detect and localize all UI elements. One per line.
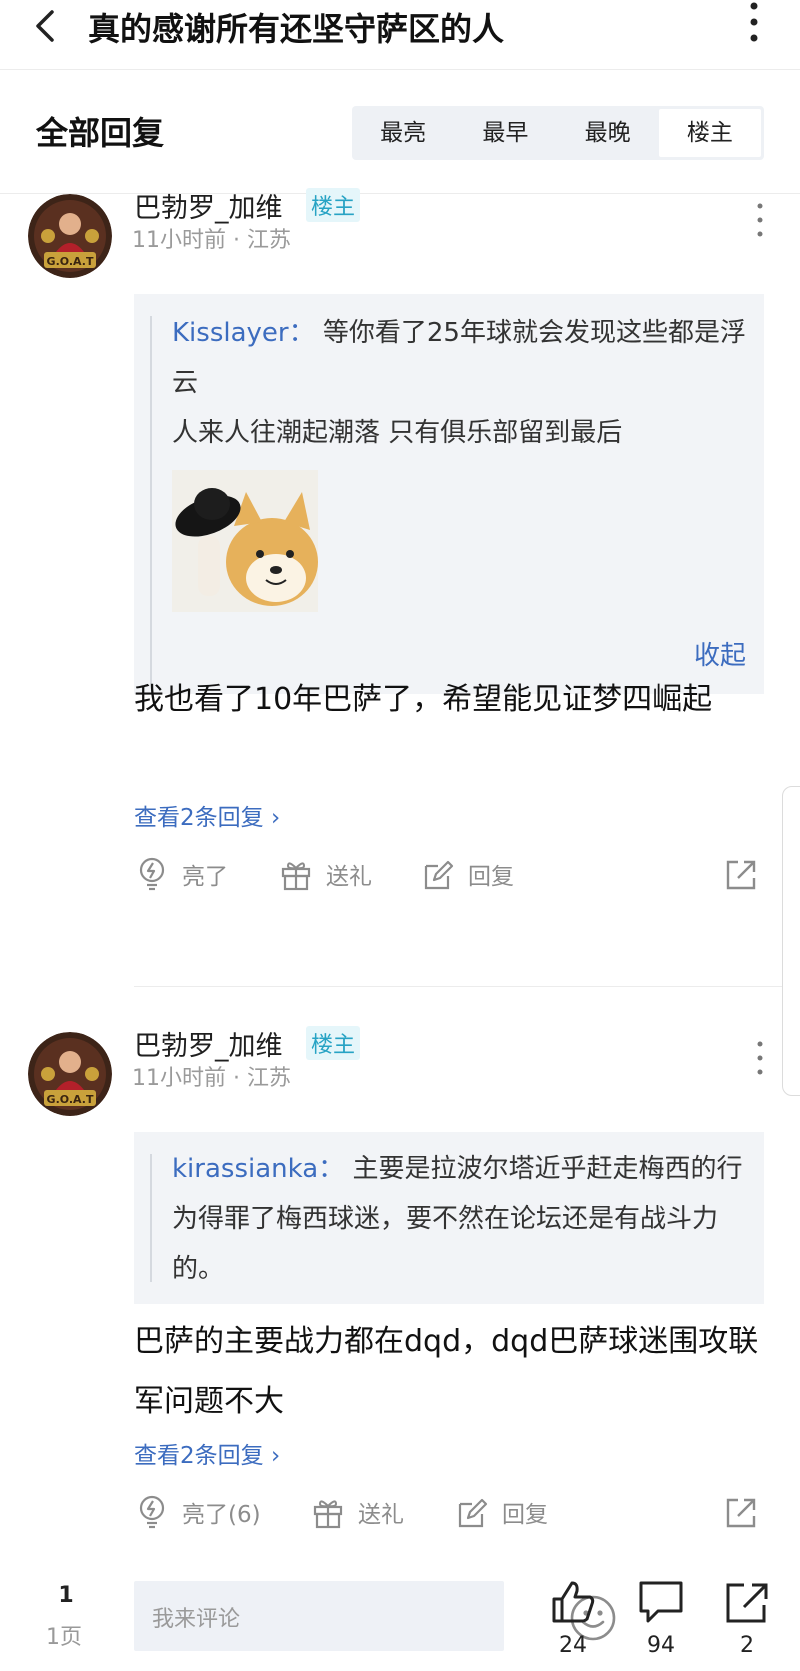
lightbulb-icon (139, 857, 165, 891)
view-replies-label: 查看2条回复 (134, 805, 264, 831)
gift-label: 送礼 (358, 1502, 404, 1528)
gift-button[interactable]: 送礼 (310, 1488, 404, 1536)
more-vertical-icon[interactable] (740, 0, 768, 44)
comment-more-icon[interactable] (754, 1040, 766, 1076)
share-icon (726, 1583, 768, 1623)
like-count: 24 (559, 1633, 587, 1658)
like-label: 亮了 (182, 864, 228, 890)
reply-label: 回复 (502, 1502, 548, 1528)
bottom-bar: 1 1页 我来评论 24 94 2 (0, 1571, 800, 1671)
page-title: 真的感谢所有还坚守萨区的人 (88, 10, 505, 48)
like-button[interactable]: 亮了(6) (134, 1488, 261, 1536)
share-button[interactable] (722, 850, 758, 898)
sort-tab-earliest[interactable]: 最早 (454, 106, 556, 160)
avatar[interactable]: G.O.A.T (28, 194, 112, 278)
username[interactable]: 巴勃罗_加维 (134, 1024, 283, 1063)
sort-tabs: 最亮 最早 最晚 楼主 (352, 106, 764, 160)
comment-item: G.O.A.T 巴勃罗_加维 楼主 11小时前 · 江苏 kirassianka… (0, 1026, 800, 1572)
reply-button[interactable]: 回复 (454, 1488, 548, 1536)
lightbulb-icon (139, 1495, 165, 1529)
comment-actions: 亮了 送礼 回复 (0, 850, 800, 898)
comment-item: G.O.A.T 巴勃罗_加维 楼主 11小时前 · 江苏 Kisslayer： … (0, 188, 800, 994)
view-replies-link[interactable]: 查看2条回复 › (134, 798, 280, 832)
reply-label: 回复 (468, 864, 514, 890)
quote-author[interactable]: Kisslayer： (172, 318, 315, 348)
reply-header: 全部回复 最亮 最早 最晚 楼主 (0, 70, 800, 194)
page-label[interactable]: 1页 (46, 1619, 82, 1651)
thumbs-up-icon (552, 1581, 595, 1623)
like-label: 亮了(6) (182, 1502, 261, 1528)
edit-icon (424, 860, 454, 890)
quoted-reply: kirassianka： 主要是拉波尔塔近乎赶走梅西的行为得罪了梅西球迷，要不然… (134, 1132, 764, 1304)
sort-tab-op-only[interactable]: 楼主 (658, 109, 761, 157)
side-drawer-handle[interactable] (782, 786, 800, 1096)
gift-icon (281, 862, 311, 891)
top-bar: 真的感谢所有还坚守萨区的人 (0, 0, 800, 70)
comment-divider (134, 986, 800, 987)
edit-icon (458, 1498, 488, 1528)
comment-count: 94 (647, 1633, 675, 1658)
avatar[interactable]: G.O.A.T (28, 1032, 112, 1116)
chevron-right-icon: › (270, 805, 281, 831)
comment-actions: 亮了(6) 送礼 回复 (0, 1488, 800, 1536)
share-icon (726, 1498, 756, 1528)
comment-body: 巴萨的主要战力都在dqd，dqd巴萨球迷围攻联军问题不大 (134, 1324, 759, 1419)
share-count: 2 (740, 1633, 754, 1658)
sort-tab-latest[interactable]: 最晚 (557, 106, 659, 160)
page-number[interactable]: 1 (56, 1583, 76, 1608)
like-post-button[interactable]: 24 (538, 1577, 608, 1658)
comment-body: 我也看了10年巴萨了，希望能见证梦四崛起 (134, 682, 713, 717)
share-post-button[interactable]: 2 (712, 1577, 782, 1658)
comment-more-icon[interactable] (754, 202, 766, 238)
shiba-hat-sticker[interactable] (172, 470, 318, 612)
quote-bar (150, 1154, 152, 1282)
username[interactable]: 巴勃罗_加维 (134, 186, 283, 225)
gift-icon (313, 1500, 343, 1529)
back-arrow-icon[interactable] (30, 6, 70, 46)
all-replies-title: 全部回复 (36, 114, 165, 152)
share-icon (726, 860, 756, 890)
view-replies-link[interactable]: 查看2条回复 › (134, 1436, 280, 1470)
op-badge: 楼主 (306, 1026, 361, 1060)
quote-text: kirassianka： 主要是拉波尔塔近乎赶走梅西的行为得罪了梅西球迷，要不然… (172, 1144, 750, 1294)
comment-bubble-icon (639, 1581, 683, 1623)
share-button[interactable] (722, 1488, 758, 1536)
comment-meta: 11小时前 · 江苏 (132, 228, 291, 253)
svg-text:G.O.A.T: G.O.A.T (47, 255, 94, 268)
gift-button[interactable]: 送礼 (278, 850, 372, 898)
comment-input-placeholder: 我来评论 (152, 1607, 241, 1632)
quote-author[interactable]: kirassianka： (172, 1154, 344, 1184)
view-replies-label: 查看2条回复 (134, 1443, 264, 1469)
comment-meta: 11小时前 · 江苏 (132, 1066, 291, 1091)
collapse-link[interactable]: 收起 (694, 635, 746, 672)
quoted-reply: Kisslayer： 等你看了25年球就会发现这些都是浮云 人来人往潮起潮落 只… (134, 294, 764, 694)
like-button[interactable]: 亮了 (134, 850, 228, 898)
quote-text: Kisslayer： 等你看了25年球就会发现这些都是浮云 人来人往潮起潮落 只… (172, 308, 750, 458)
sort-tab-brightest[interactable]: 最亮 (352, 106, 454, 160)
comment-input[interactable]: 我来评论 (134, 1581, 616, 1651)
op-badge: 楼主 (306, 188, 361, 222)
svg-text:G.O.A.T: G.O.A.T (47, 1093, 94, 1106)
comments-button[interactable]: 94 (626, 1577, 696, 1658)
quote-content-line2: 人来人往潮起潮落 只有俱乐部留到最后 (172, 418, 623, 448)
reply-button[interactable]: 回复 (420, 850, 514, 898)
gift-label: 送礼 (326, 864, 372, 890)
quote-bar (150, 316, 152, 684)
chevron-right-icon: › (270, 1443, 281, 1469)
